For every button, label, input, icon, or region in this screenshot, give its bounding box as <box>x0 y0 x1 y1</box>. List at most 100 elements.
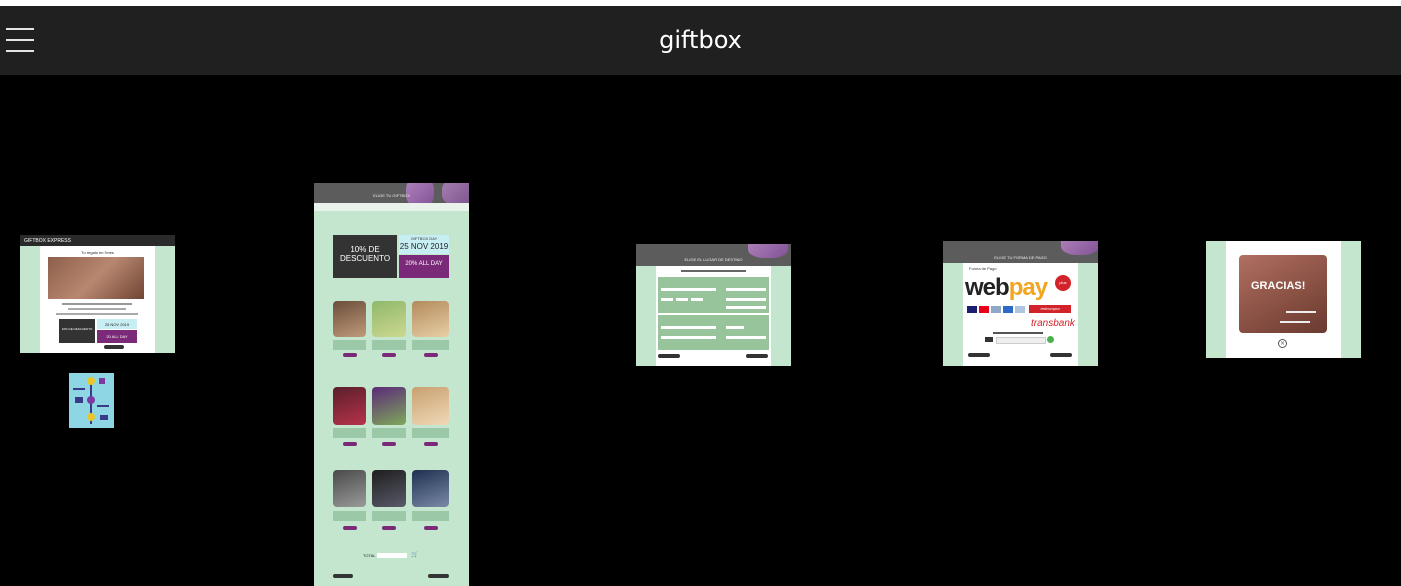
form-field[interactable] <box>661 298 673 301</box>
form-field[interactable] <box>691 298 703 301</box>
infographic-dot <box>87 377 95 385</box>
catalog-discount-line2: DESCUENTO <box>339 254 391 263</box>
infographic-text <box>73 388 85 390</box>
product-image[interactable] <box>333 301 366 337</box>
form-field[interactable] <box>726 288 766 291</box>
product-label <box>412 340 449 350</box>
product-label <box>412 428 449 438</box>
form-field[interactable] <box>726 306 766 309</box>
infographic-dot <box>87 413 95 421</box>
catalog-total-field[interactable] <box>377 553 407 558</box>
thanks-subtext <box>1280 321 1310 323</box>
thumbnail-home[interactable]: GIFTBOX EXPRESS Tu regalo en l'mes 10% D… <box>20 235 175 353</box>
product-label <box>372 511 406 521</box>
product-label <box>333 511 366 521</box>
add-to-cart-button[interactable] <box>382 442 396 446</box>
payment-code-input[interactable] <box>996 337 1046 344</box>
thanks-subtext <box>1286 311 1316 313</box>
card-icon <box>991 306 1001 313</box>
home-heading: Tu regalo en l'mes <box>81 250 114 255</box>
product-image[interactable] <box>372 387 406 425</box>
page-title: giftbox <box>659 26 742 54</box>
thumbnail-infographic[interactable] <box>69 373 114 428</box>
thumbnail-destination[interactable]: ELIGE EL LUGAR DE DESTINO <box>636 244 791 366</box>
home-text-line <box>68 308 126 310</box>
home-hero-image <box>48 257 144 299</box>
form-field[interactable] <box>726 336 766 339</box>
add-to-cart-button[interactable] <box>343 442 357 446</box>
thanks-message: GRACIAS! <box>1251 280 1306 292</box>
catalog-header-text: ELIGE TU GIFTBOX <box>373 193 410 198</box>
destination-next-button[interactable] <box>746 354 768 358</box>
product-image[interactable] <box>333 470 366 507</box>
thumbnail-thanks[interactable]: GRACIAS! × <box>1206 241 1361 358</box>
catalog-total-label: TOTAL <box>363 553 376 558</box>
payment-back-button[interactable] <box>968 353 990 357</box>
catalog-back-button[interactable] <box>333 574 353 578</box>
home-text-line <box>62 303 132 305</box>
payment-instruction <box>993 332 1043 334</box>
thumbnail-payment[interactable]: ELIGE TU FORMA DE PAGO Forma de Pago web… <box>943 241 1098 366</box>
form-field[interactable] <box>661 326 716 329</box>
thumbnail-catalog[interactable]: ELIGE TU GIFTBOX 10% DE DESCUENTO GIFTBO… <box>314 183 469 586</box>
catalog-discount-line1: 10% DE <box>350 245 380 254</box>
infographic-dot <box>75 397 83 403</box>
mastercard-icon <box>979 306 989 313</box>
product-label <box>372 428 406 438</box>
payment-header-text: ELIGE TU FORMA DE PAGO <box>994 255 1047 260</box>
key-icon <box>985 337 993 342</box>
payment-form-label: Forma de Pago <box>969 266 997 271</box>
infographic-text <box>97 405 109 407</box>
form-field[interactable] <box>661 288 716 291</box>
product-label <box>333 340 366 350</box>
check-icon <box>1047 336 1054 343</box>
catalog-subheader <box>314 203 469 211</box>
visa-icon <box>967 306 977 313</box>
home-text-line <box>56 313 138 315</box>
close-circle-icon[interactable]: × <box>1278 339 1287 348</box>
home-date-text: 25 NOV 2019 <box>104 322 130 327</box>
form-field[interactable] <box>726 298 766 301</box>
product-image[interactable] <box>372 470 406 507</box>
home-promo-text: 20 ALL DAY <box>106 334 128 339</box>
product-label <box>333 428 366 438</box>
add-to-cart-button[interactable] <box>382 353 396 357</box>
product-image[interactable] <box>412 301 449 337</box>
catalog-date-text: 25 NOV 2019 <box>399 242 449 251</box>
product-image[interactable] <box>412 387 449 425</box>
add-to-cart-button[interactable] <box>424 353 438 357</box>
product-image[interactable] <box>333 387 366 425</box>
destination-ribbon <box>748 244 788 258</box>
home-discount-box <box>59 319 95 343</box>
product-image[interactable] <box>412 470 449 507</box>
catalog-promo-text: 20% ALL DAY <box>405 261 443 267</box>
form-field[interactable] <box>726 326 744 329</box>
cart-icon[interactable]: 🛒 <box>411 551 418 558</box>
destination-form-section <box>658 315 769 350</box>
amex-icon <box>1003 306 1013 313</box>
destination-header-text: ELIGE EL LUGAR DE DESTINO <box>684 257 743 262</box>
destination-instructions <box>681 270 746 272</box>
product-label <box>412 511 449 521</box>
app-header: giftbox <box>0 6 1401 75</box>
form-field[interactable] <box>661 336 716 339</box>
catalog-next-button[interactable] <box>428 574 449 578</box>
add-to-cart-button[interactable] <box>382 526 396 530</box>
card-icon <box>1015 306 1025 313</box>
destination-back-button[interactable] <box>658 354 680 358</box>
product-image[interactable] <box>372 301 406 337</box>
add-to-cart-button[interactable] <box>343 526 357 530</box>
redcompra-text: redcompra <box>1040 306 1060 311</box>
add-to-cart-button[interactable] <box>424 526 438 530</box>
webpay-logo: webpay <box>965 274 1048 301</box>
payment-next-button[interactable] <box>1050 353 1072 357</box>
home-cta-button[interactable] <box>104 345 124 349</box>
form-field[interactable] <box>676 298 688 301</box>
catalog-event-text: GIFTBOX DAY <box>410 236 438 241</box>
home-brand: GIFTBOX EXPRESS <box>24 238 71 244</box>
home-discount-text: 10% DE DESCUENTO <box>61 327 93 331</box>
add-to-cart-button[interactable] <box>343 353 357 357</box>
infographic-dot <box>99 378 105 384</box>
product-label <box>372 340 406 350</box>
add-to-cart-button[interactable] <box>424 442 438 446</box>
